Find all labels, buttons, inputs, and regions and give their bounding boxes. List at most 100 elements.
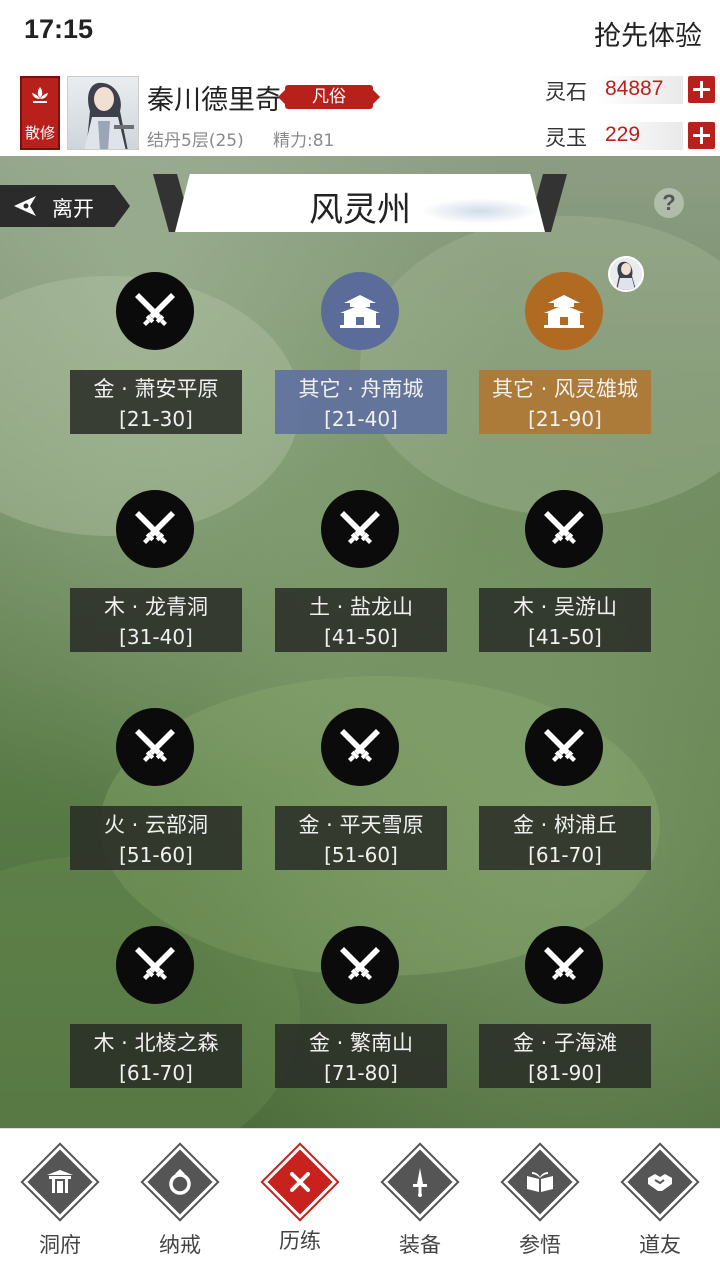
location-plate: 土 · 盐龙山 [41-50] (275, 588, 447, 652)
sect-label: 散修 (24, 124, 55, 142)
nav-label: 装备 (399, 1233, 441, 1257)
currency-value: 84887 (605, 77, 664, 100)
city-node[interactable] (525, 272, 603, 350)
battle-node[interactable] (525, 490, 603, 568)
location-plate: 木 · 龙青洞 [31-40] (70, 588, 242, 652)
nav-companions[interactable]: 道友 (600, 1129, 720, 1280)
nav-label: 道友 (639, 1233, 681, 1257)
add-spirit-jade-button[interactable] (688, 122, 715, 149)
nav-diamond (383, 1145, 457, 1219)
crossed-swords-icon (135, 511, 175, 544)
leave-button[interactable]: 离开 (0, 185, 130, 227)
location-fannan-mountain[interactable]: 金 · 繁南山 [71-80] (275, 926, 447, 1096)
location-level-range: [61-70] (119, 1061, 193, 1085)
player-header: 散修 秦川德里奇 凡俗 结丹5层(25) 精力:81 灵石 84887 灵玉 2… (0, 66, 720, 156)
avatar[interactable] (67, 76, 139, 150)
nav-comprehension[interactable]: 参悟 (480, 1129, 600, 1280)
location-level-range: [51-60] (324, 843, 398, 867)
location-yanlong-mountain[interactable]: 土 · 盐龙山 [41-50] (275, 490, 447, 660)
nav-label: 纳戒 (159, 1233, 201, 1257)
city-node[interactable] (321, 272, 399, 350)
crossed-swords-icon (135, 729, 175, 762)
battle-node[interactable] (116, 272, 194, 350)
nav-training[interactable]: 历练 (240, 1129, 360, 1280)
region-title-banner: 风灵州 (153, 174, 567, 232)
battle-node[interactable] (525, 926, 603, 1004)
location-name: 其它 · 舟南城 (298, 377, 424, 401)
location-level-range: [81-90] (528, 1061, 602, 1085)
location-plate: 木 · 北棱之森 [61-70] (70, 1024, 242, 1088)
location-pingtian-snowfield[interactable]: 金 · 平天雪原 [51-60] (275, 708, 447, 878)
location-plate: 金 · 子海滩 [81-90] (479, 1024, 651, 1088)
crossed-swords-icon (544, 729, 584, 762)
location-level-range: [41-50] (528, 625, 602, 649)
city-gate-icon (544, 295, 584, 328)
location-shupu-hill[interactable]: 金 · 树浦丘 [61-70] (479, 708, 651, 878)
nav-label: 洞府 (39, 1233, 81, 1257)
location-plate: 木 · 吴游山 [41-50] (479, 588, 651, 652)
crossed-swords-icon (544, 511, 584, 544)
battle-node[interactable] (321, 926, 399, 1004)
status-bar: 17:15 抢先体验 (0, 0, 720, 66)
location-plate: 金 · 树浦丘 [61-70] (479, 806, 651, 870)
location-level-range: [51-60] (119, 843, 193, 867)
location-level-range: [41-50] (324, 625, 398, 649)
crossed-swords-icon (340, 729, 380, 762)
nav-diamond (143, 1145, 217, 1219)
location-name: 木 · 北棱之森 (93, 1031, 219, 1055)
battle-node[interactable] (116, 708, 194, 786)
battle-node[interactable] (116, 926, 194, 1004)
ring-icon (169, 1169, 191, 1195)
location-name: 其它 · 风灵雄城 (491, 377, 639, 401)
cultivation-level: 结丹5层(25) (147, 131, 244, 151)
currency-label: 灵石 (545, 80, 587, 104)
location-name: 金 · 树浦丘 (512, 813, 618, 837)
spirit-jade-counter: 灵玉 229 (545, 122, 715, 150)
player-name: 秦川德里奇 (147, 85, 282, 116)
region-title: 风灵州 (309, 190, 411, 230)
battle-node[interactable] (116, 490, 194, 568)
spirit-stone-counter: 灵石 84887 (545, 76, 715, 104)
nav-storage-ring[interactable]: 纳戒 (120, 1129, 240, 1280)
battle-node[interactable] (525, 708, 603, 786)
early-access-label[interactable]: 抢先体验 (594, 14, 702, 53)
location-wuyou-mountain[interactable]: 木 · 吴游山 [41-50] (479, 490, 651, 660)
nav-label: 历练 (279, 1229, 321, 1253)
location-zhounan-city[interactable]: 其它 · 舟南城 [21-40] (275, 272, 447, 442)
battle-node[interactable] (321, 708, 399, 786)
location-plate: 金 · 萧安平原 [21-30] (70, 370, 242, 434)
location-yunbu-cave[interactable]: 火 · 云部洞 [51-60] (70, 708, 242, 878)
location-xiaoan-plain[interactable]: 金 · 萧安平原 [21-30] (70, 272, 242, 442)
location-name: 金 · 繁南山 (308, 1031, 414, 1055)
crossed-swords-icon (340, 511, 380, 544)
location-name: 木 · 龙青洞 (103, 595, 209, 619)
currency-label: 灵玉 (545, 126, 587, 150)
location-level-range: [21-30] (119, 407, 193, 431)
nav-diamond (23, 1145, 97, 1219)
nav-equipment[interactable]: 装备 (360, 1129, 480, 1280)
location-level-range: [71-80] (324, 1061, 398, 1085)
location-zihai-beach[interactable]: 金 · 子海滩 [81-90] (479, 926, 651, 1096)
leave-label: 离开 (52, 197, 94, 221)
location-fengling-city[interactable]: 其它 · 风灵雄城 [21-90] (479, 272, 651, 442)
location-beileng-forest[interactable]: 木 · 北棱之森 [61-70] (70, 926, 242, 1096)
region-map: 离开 风灵州 ? 金 · 萧安平原 [21-30] 其它 · 舟南城 [21-4… (0, 156, 720, 1128)
location-plate: 金 · 平天雪原 [51-60] (275, 806, 447, 870)
sect-badge[interactable]: 散修 (20, 76, 60, 150)
handshake-icon (648, 1174, 672, 1191)
book-icon (527, 1172, 553, 1192)
location-longqing-cave[interactable]: 木 · 龙青洞 [31-40] (70, 490, 242, 660)
currency-value: 229 (605, 123, 641, 146)
nav-diamond (503, 1145, 577, 1219)
nav-cave-dwelling[interactable]: 洞府 (0, 1129, 120, 1280)
location-name: 金 · 萧安平原 (93, 377, 219, 401)
nav-diamond (623, 1145, 697, 1219)
add-spirit-stone-button[interactable] (688, 76, 715, 103)
clock: 17:15 (24, 14, 94, 44)
help-button[interactable]: ? (654, 188, 684, 218)
battle-node[interactable] (321, 490, 399, 568)
location-plate: 其它 · 风灵雄城 [21-90] (479, 370, 651, 434)
city-gate-icon (340, 295, 380, 328)
location-name: 金 · 平天雪原 (298, 813, 424, 837)
cross-swords-icon (290, 1172, 310, 1192)
